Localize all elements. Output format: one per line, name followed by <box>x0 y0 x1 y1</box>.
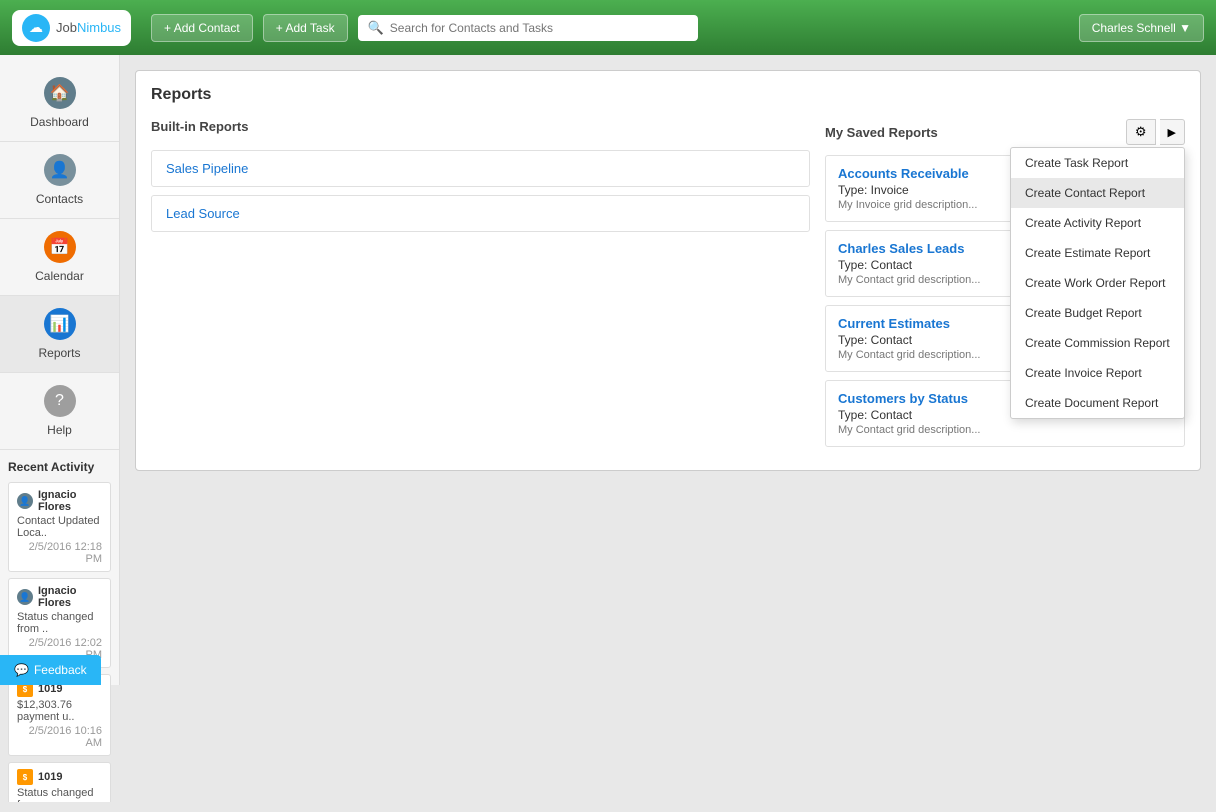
feedback-icon: 💬 <box>14 663 29 677</box>
reports-icon: 📊 <box>44 308 76 340</box>
activity-name: 👤 Ignacio Flores <box>17 585 102 609</box>
main-layout: 🏠 Dashboard 👤 Contacts 📅 Calendar 📊 Repo… <box>0 55 1216 685</box>
reports-inner: Built-in Reports Sales Pipeline Lead Sour… <box>151 119 1185 455</box>
dropdown-item[interactable]: Create Budget Report <box>1011 298 1184 328</box>
sidebar: 🏠 Dashboard 👤 Contacts 📅 Calendar 📊 Repo… <box>0 55 120 685</box>
person-icon: 👤 <box>17 589 33 605</box>
recent-activity-section: Recent Activity 👤 Ignacio Flores Contact… <box>0 450 119 812</box>
dashboard-icon: 🏠 <box>44 77 76 109</box>
list-item[interactable]: $ 1019 $12,303.76 payment u.. 2/5/2016 1… <box>8 674 111 756</box>
logo-nimbus: Nimbus <box>77 20 121 35</box>
sidebar-label-help: Help <box>47 423 72 437</box>
add-task-button[interactable]: + Add Task <box>263 14 348 42</box>
activity-description: Status changed from .. <box>17 611 102 635</box>
dropdown-item[interactable]: Create Document Report <box>1011 388 1184 418</box>
report-link[interactable]: Sales Pipeline <box>166 161 248 176</box>
dropdown-menu: Create Task ReportCreate Contact ReportC… <box>1010 147 1185 419</box>
feedback-label: Feedback <box>34 663 87 677</box>
recent-activity-title: Recent Activity <box>8 460 111 474</box>
content-area: Reports Built-in Reports Sales Pipeline L… <box>120 55 1216 685</box>
sidebar-label-dashboard: Dashboard <box>30 115 89 129</box>
dropdown-item[interactable]: Create Activity Report <box>1011 208 1184 238</box>
activity-description: Contact Updated Loca.. <box>17 515 102 539</box>
activity-time: 2/5/2016 10:16 AM <box>17 725 102 749</box>
sidebar-item-help[interactable]: ? Help <box>0 373 119 450</box>
sidebar-label-calendar: Calendar <box>35 269 84 283</box>
add-contact-button[interactable]: + Add Contact <box>151 14 253 42</box>
feedback-button[interactable]: 💬 Feedback <box>0 655 101 685</box>
help-icon: ? <box>44 385 76 417</box>
arrow-button[interactable]: ▶ <box>1160 119 1185 145</box>
reports-panel: Reports Built-in Reports Sales Pipeline L… <box>135 70 1201 471</box>
saved-section: My Saved Reports ⚙ ▶ Create Task ReportC… <box>825 119 1185 455</box>
sidebar-item-dashboard[interactable]: 🏠 Dashboard <box>0 65 119 142</box>
invoice-icon: $ <box>17 769 33 785</box>
activity-name: 👤 Ignacio Flores <box>17 489 102 513</box>
builtin-report-item[interactable]: Lead Source <box>151 195 810 232</box>
dropdown-item[interactable]: Create Invoice Report <box>1011 358 1184 388</box>
activity-description: Status changed from .. <box>17 787 102 802</box>
dropdown-item[interactable]: Create Contact Report <box>1011 178 1184 208</box>
saved-controls: ⚙ ▶ Create Task ReportCreate Contact Rep… <box>1126 119 1185 145</box>
builtin-section-header: Built-in Reports <box>151 119 810 140</box>
contacts-icon: 👤 <box>44 154 76 186</box>
dropdown-item[interactable]: Create Task Report <box>1011 148 1184 178</box>
sidebar-label-reports: Reports <box>38 346 80 360</box>
sidebar-item-contacts[interactable]: 👤 Contacts <box>0 142 119 219</box>
search-icon: 🔍 <box>368 20 384 36</box>
saved-header: My Saved Reports ⚙ ▶ Create Task ReportC… <box>825 119 1185 145</box>
activity-name: $ 1019 <box>17 769 102 785</box>
header: ☁ Job Nimbus + Add Contact + Add Task 🔍 … <box>0 0 1216 55</box>
builtin-report-item[interactable]: Sales Pipeline <box>151 150 810 187</box>
gear-button[interactable]: ⚙ <box>1126 119 1156 145</box>
user-menu[interactable]: Charles Schnell ▼ <box>1079 14 1204 42</box>
sidebar-label-contacts: Contacts <box>36 192 83 206</box>
report-link[interactable]: Lead Source <box>166 206 240 221</box>
sidebar-item-calendar[interactable]: 📅 Calendar <box>0 219 119 296</box>
search-input[interactable] <box>390 21 688 35</box>
saved-section-title: My Saved Reports <box>825 125 938 140</box>
logo: ☁ Job Nimbus <box>12 10 131 46</box>
calendar-icon: 📅 <box>44 231 76 263</box>
person-icon: 👤 <box>17 493 33 509</box>
logo-job: Job <box>56 20 77 35</box>
builtin-section: Built-in Reports Sales Pipeline Lead Sour… <box>151 119 810 455</box>
sidebar-item-reports[interactable]: 📊 Reports <box>0 296 119 373</box>
activity-description: $12,303.76 payment u.. <box>17 699 102 723</box>
list-item[interactable]: $ 1019 Status changed from .. 2/5/2016 1… <box>8 762 111 802</box>
dropdown-item[interactable]: Create Work Order Report <box>1011 268 1184 298</box>
activity-time: 2/5/2016 12:18 PM <box>17 541 102 565</box>
page-title: Reports <box>151 86 1185 104</box>
logo-icon: ☁ <box>22 14 50 42</box>
search-container: 🔍 <box>358 15 698 41</box>
activity-scroll[interactable]: 👤 Ignacio Flores Contact Updated Loca.. … <box>8 482 111 802</box>
saved-report-description: My Contact grid description... <box>838 424 1172 436</box>
dropdown-item[interactable]: Create Commission Report <box>1011 328 1184 358</box>
dropdown-item[interactable]: Create Estimate Report <box>1011 238 1184 268</box>
list-item[interactable]: 👤 Ignacio Flores Contact Updated Loca.. … <box>8 482 111 572</box>
